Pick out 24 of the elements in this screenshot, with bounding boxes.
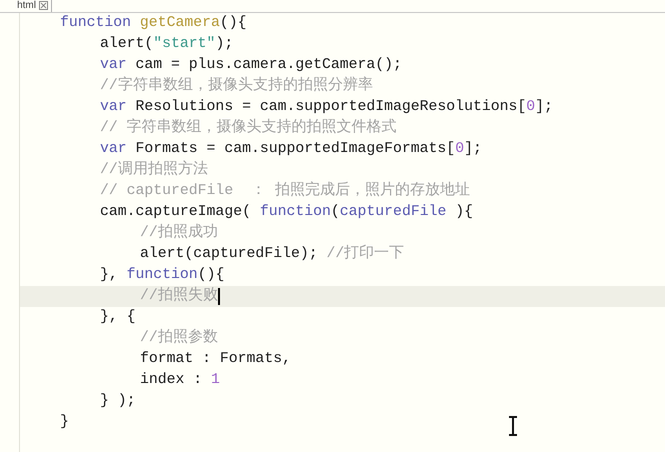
code-line: cam.captureImage( function(capturedFile ){ [100, 203, 473, 222]
code-line: format : Formats, [140, 350, 291, 369]
code-line: //拍照成功 [140, 223, 218, 243]
tab-label: html [17, 0, 36, 10]
code-line: }, { [100, 308, 136, 327]
code-line: alert(capturedFile); //打印一下 [140, 244, 404, 264]
code-line: // capturedFile ： 拍照完成后，照片的存放地址 [100, 181, 470, 201]
code-line: //调用拍照方法 [100, 160, 208, 180]
code-line: } ); [100, 392, 136, 411]
code-line: var cam = plus.camera.getCamera(); [100, 56, 402, 75]
code-line: // 字符串数组，摄像头支持的拍照文件格式 [100, 118, 397, 138]
code-line: var Formats = cam.supportedImageFormats[0]; [100, 140, 482, 159]
code-line: alert("start"); [100, 35, 234, 54]
code-line: index : 1 [140, 371, 220, 390]
code-line: }, function(){ [100, 266, 224, 285]
text-cursor-icon [507, 416, 519, 436]
code-line: //拍照参数 [140, 328, 218, 348]
code-line: //拍照失败 [140, 286, 218, 306]
code-line: //字符串数组，摄像头支持的拍照分辨率 [100, 76, 373, 96]
code-line: } [60, 413, 69, 432]
close-icon[interactable] [39, 1, 48, 10]
text-caret [218, 288, 220, 305]
code-line: function getCamera(){ [60, 14, 246, 33]
code-line: var Resolutions = cam.supportedImageResolutions[0]; [100, 98, 553, 117]
